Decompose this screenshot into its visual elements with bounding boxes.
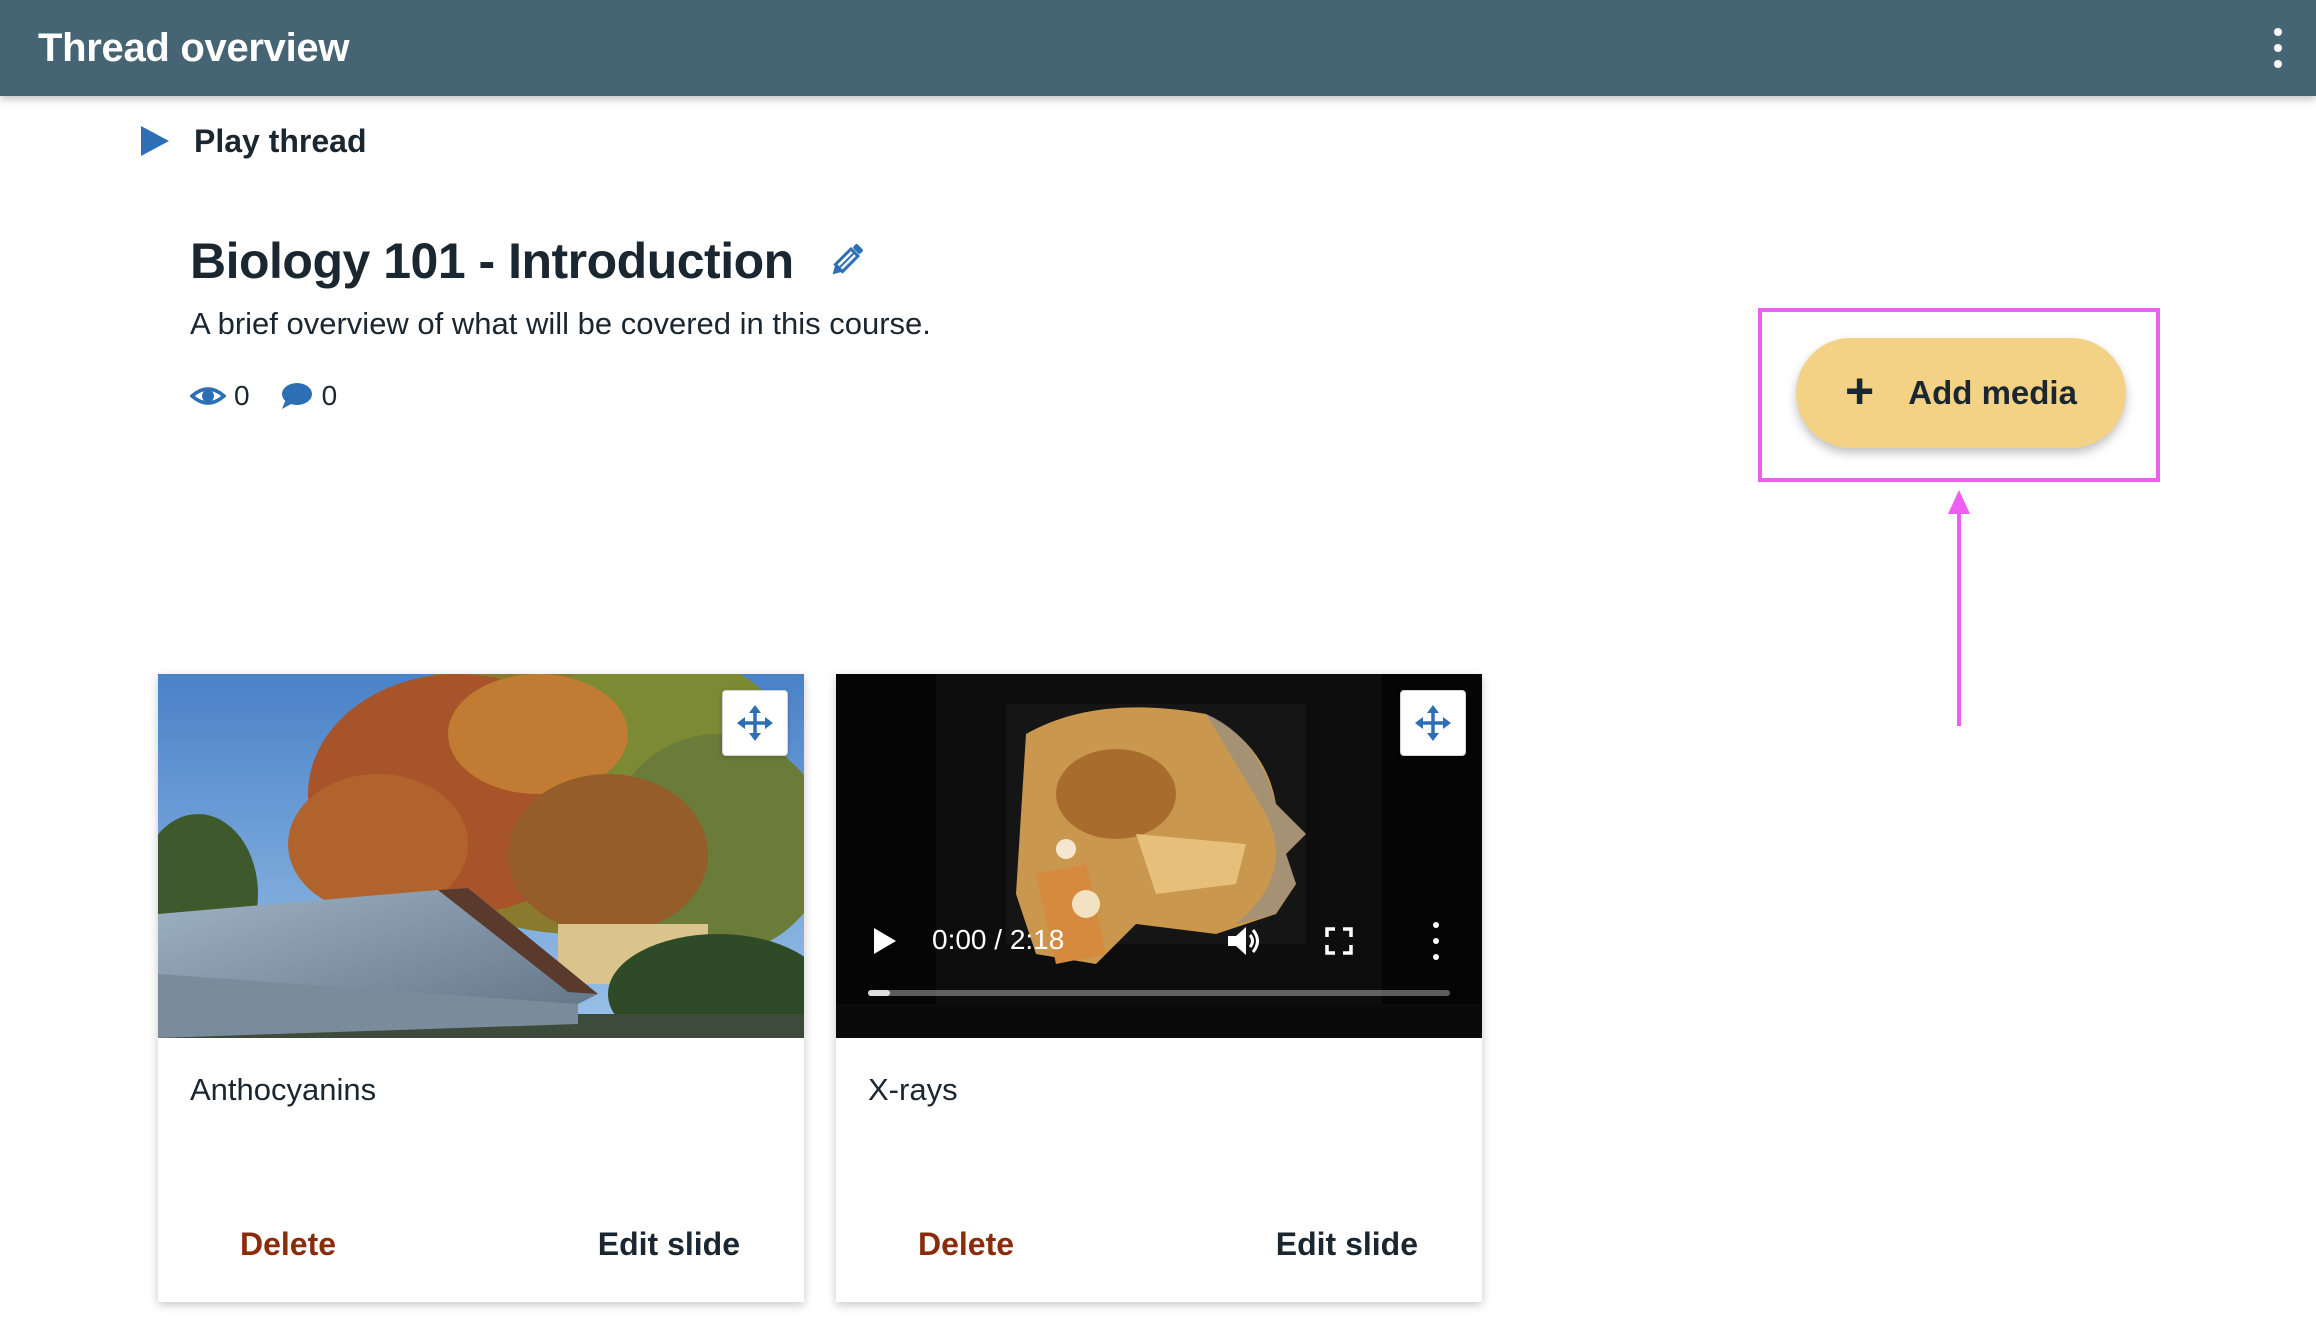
edit-slide-button[interactable]: Edit slide [1276, 1214, 1418, 1274]
add-media-button[interactable]: + Add media [1796, 338, 2126, 448]
comments-count: 0 [321, 380, 338, 411]
tree-photo [158, 674, 804, 1038]
video-progress-bar[interactable] [868, 990, 1450, 996]
thread-stats: 0 0 [190, 380, 337, 412]
slide-card: 0:00 / 2:18 X-rays Delete Edit slide [836, 674, 1482, 1302]
thread-title-row: Biology 101 - Introduction [190, 232, 868, 290]
play-icon[interactable] [872, 926, 898, 956]
thread-description: A brief overview of what will be covered… [190, 306, 931, 341]
slide-card: Anthocyanins Delete Edit slide [158, 674, 804, 1302]
slide-video[interactable]: 0:00 / 2:18 [836, 674, 1482, 1038]
fullscreen-icon[interactable] [1324, 926, 1354, 956]
pencil-icon[interactable] [824, 239, 868, 283]
comments-stat: 0 [278, 380, 338, 412]
thread-title: Biology 101 - Introduction [190, 233, 794, 289]
move-icon [737, 705, 773, 741]
move-handle[interactable] [722, 690, 788, 756]
delete-button[interactable]: Delete [240, 1214, 336, 1274]
add-media-label: Add media [1908, 374, 2077, 411]
video-controls: 0:00 / 2:18 [836, 674, 1482, 1038]
views-stat: 0 [190, 380, 250, 412]
more-options-icon[interactable] [2270, 28, 2286, 68]
app-header: Thread overview [0, 0, 2316, 96]
video-more-icon[interactable] [1430, 922, 1442, 960]
views-count: 0 [234, 380, 250, 411]
slide-title: Anthocyanins [190, 1072, 377, 1107]
move-icon [1415, 705, 1451, 741]
play-icon [141, 126, 169, 156]
plus-icon: + [1845, 363, 1875, 419]
comment-icon [281, 383, 312, 409]
pointer-arrow [1948, 490, 1970, 726]
play-thread-label: Play thread [194, 122, 367, 159]
slide-actions: Delete Edit slide [158, 1214, 804, 1274]
slide-image[interactable] [158, 674, 804, 1038]
play-thread-button[interactable]: Play thread [138, 118, 367, 164]
slide-title: X-rays [868, 1072, 958, 1107]
video-progress-fill [868, 990, 890, 996]
move-handle[interactable] [1400, 690, 1466, 756]
video-time: 0:00 / 2:18 [932, 924, 1065, 955]
eye-icon [190, 387, 226, 405]
page-title: Thread overview [38, 26, 350, 70]
delete-button[interactable]: Delete [918, 1214, 1014, 1274]
slide-actions: Delete Edit slide [836, 1214, 1482, 1274]
edit-slide-button[interactable]: Edit slide [598, 1214, 740, 1274]
volume-icon[interactable] [1224, 922, 1262, 960]
